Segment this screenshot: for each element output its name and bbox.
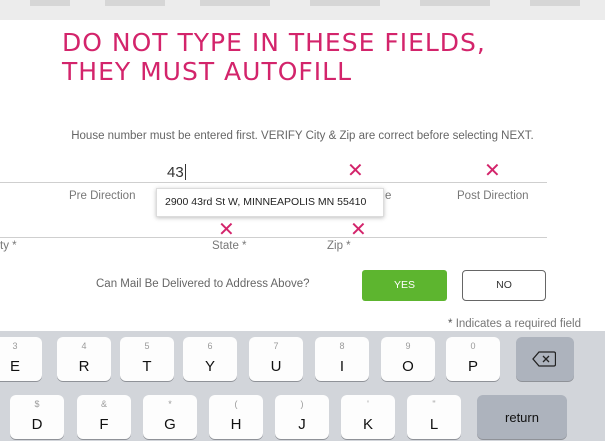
no-button[interactable]: NO: [462, 270, 546, 301]
house-number-input[interactable]: 43: [167, 164, 186, 181]
key-u[interactable]: 7 U: [249, 337, 303, 381]
state-label: State *: [212, 240, 247, 252]
key-g[interactable]: * G: [143, 395, 197, 439]
key-h[interactable]: ( H: [209, 395, 263, 439]
required-star: *: [448, 318, 453, 330]
on-screen-keyboard: 3 E 4 R 5 T 6 Y 7 U 8 I 9 O 0 P $ D & F …: [0, 331, 605, 441]
top-strip-segment: [310, 0, 380, 6]
autofill-suggestion[interactable]: 2900 43rd St W, MINNEAPOLIS MN 55410: [156, 188, 384, 217]
page-heading: DO NOT TYPE IN THESE FIELDS, THEY MUST A…: [62, 28, 582, 86]
text-cursor: [184, 164, 186, 180]
top-strip-segment: [105, 0, 165, 6]
backspace-key[interactable]: [516, 337, 574, 381]
key-k[interactable]: ' K: [341, 395, 395, 439]
zip-x-icon: ✕: [350, 217, 367, 241]
state-x-icon: ✕: [218, 217, 235, 241]
key-f[interactable]: & F: [77, 395, 131, 439]
street-type-label-partial: e: [385, 190, 392, 202]
house-number-value: 43: [167, 164, 184, 181]
key-o[interactable]: 9 O: [381, 337, 435, 381]
mail-delivery-question: Can Mail Be Delivered to Address Above?: [96, 278, 310, 290]
key-r[interactable]: 4 R: [57, 337, 111, 381]
heading-line-1: DO NOT TYPE IN THESE FIELDS,: [62, 28, 486, 57]
backspace-icon: [532, 351, 556, 367]
top-strip: [0, 0, 605, 20]
key-y[interactable]: 6 Y: [183, 337, 237, 381]
street-name-x-icon: ✕: [347, 158, 364, 182]
required-note-text: Indicates a required field: [455, 318, 581, 330]
row-divider: [0, 237, 547, 238]
instruction-text: House number must be entered first. VERI…: [71, 130, 534, 142]
row-divider: [0, 182, 547, 183]
top-strip-segment: [530, 0, 580, 6]
required-field-note: * Indicates a required field: [448, 318, 581, 330]
top-strip-segment: [30, 0, 70, 6]
heading-line-2: THEY MUST AUTOFILL: [62, 57, 352, 86]
key-e[interactable]: 3 E: [0, 337, 42, 381]
key-j[interactable]: ) J: [275, 395, 329, 439]
top-strip-segment: [200, 0, 270, 6]
post-direction-label: Post Direction: [457, 190, 529, 202]
post-direction-x-icon: ✕: [484, 158, 501, 182]
key-p[interactable]: 0 P: [446, 337, 500, 381]
pre-direction-label: Pre Direction: [69, 190, 136, 202]
yes-button[interactable]: YES: [362, 270, 447, 301]
key-i[interactable]: 8 I: [315, 337, 369, 381]
key-t[interactable]: 5 T: [120, 337, 174, 381]
key-d[interactable]: $ D: [10, 395, 64, 439]
zip-label: Zip *: [327, 240, 351, 252]
top-strip-segment: [420, 0, 490, 6]
return-key[interactable]: return: [477, 395, 567, 439]
key-l[interactable]: " L: [407, 395, 461, 439]
city-label-partial: ty *: [0, 240, 17, 252]
